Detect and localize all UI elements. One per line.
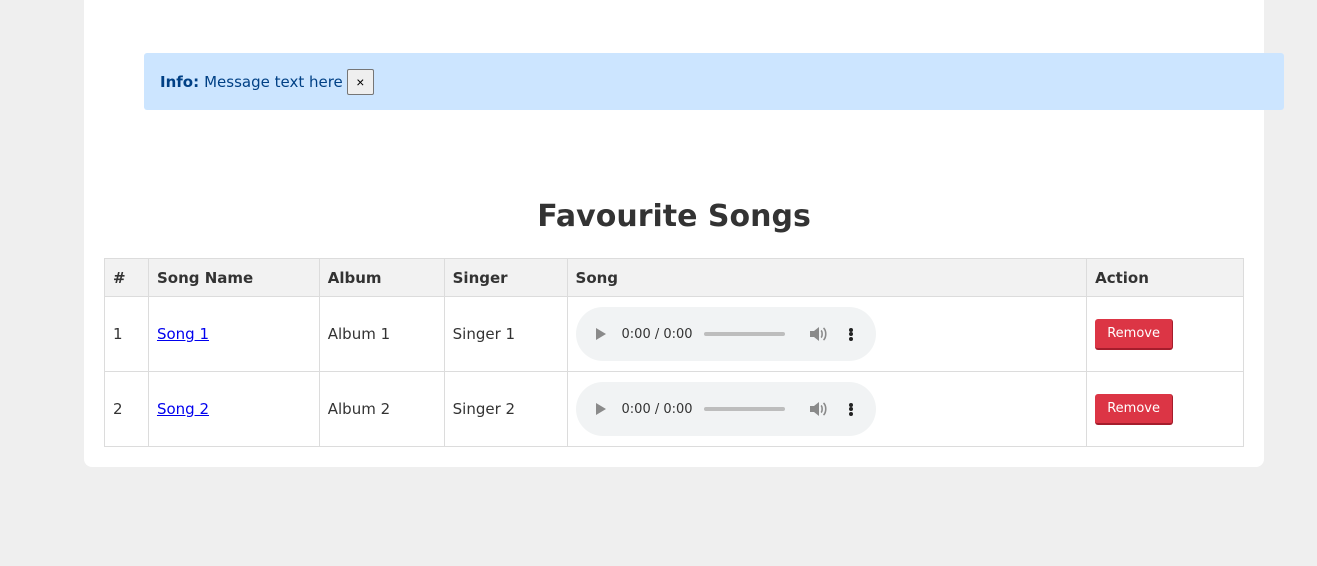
table-row: 2 Song 2 Album 2 Singer 2 0:00 / 0:00 Re… [104, 371, 1244, 447]
singer-cell: Singer 2 [443, 371, 568, 447]
row-index: 1 [104, 296, 149, 372]
action-cell: Remove [1086, 296, 1244, 372]
alert-close-button[interactable]: × [346, 68, 374, 95]
audio-player: 0:00 / 0:00 [575, 382, 876, 436]
song-link[interactable]: Song 2 [157, 400, 209, 418]
column-header-action: Action [1086, 258, 1244, 297]
column-header-index: # [104, 258, 149, 297]
more-options-icon[interactable] [848, 327, 853, 341]
volume-icon[interactable] [809, 401, 827, 417]
alert-message: Message text here [204, 72, 343, 91]
table-header-row: # Song Name Album Singer Song Action [104, 258, 1244, 297]
song-name-cell: Song 2 [147, 371, 320, 447]
table-row: 1 Song 1 Album 1 Singer 1 0:00 / 0:00 Re… [104, 296, 1244, 372]
audio-progress-slider[interactable] [703, 407, 785, 411]
song-name-cell: Song 1 [147, 296, 320, 372]
page-title: Favourite Songs [537, 199, 811, 234]
song-link[interactable]: Song 1 [157, 325, 209, 343]
column-header-song-name: Song Name [147, 258, 320, 297]
alert-label: Info: [160, 72, 200, 91]
play-icon[interactable] [595, 328, 606, 340]
column-header-singer: Singer [443, 258, 568, 297]
audio-player: 0:00 / 0:00 [575, 307, 876, 361]
column-header-album: Album [318, 258, 445, 297]
audio-progress-slider[interactable] [703, 332, 785, 336]
remove-button[interactable]: Remove [1095, 393, 1174, 425]
remove-button[interactable]: Remove [1095, 318, 1174, 350]
column-header-song: Song [566, 258, 1088, 297]
info-alert: Info: Message text here × [144, 53, 1284, 110]
volume-icon[interactable] [809, 326, 827, 342]
album-cell: Album 1 [318, 296, 445, 372]
action-cell: Remove [1086, 371, 1244, 447]
row-index: 2 [104, 371, 149, 447]
songs-table: # Song Name Album Singer Song Action 1 S… [104, 258, 1244, 447]
audio-time: 0:00 / 0:00 [621, 326, 693, 342]
song-player-cell: 0:00 / 0:00 [566, 296, 1088, 372]
singer-cell: Singer 1 [443, 296, 568, 372]
song-player-cell: 0:00 / 0:00 [566, 371, 1088, 447]
audio-time: 0:00 / 0:00 [621, 401, 693, 417]
play-icon[interactable] [595, 403, 606, 415]
more-options-icon[interactable] [848, 402, 853, 416]
album-cell: Album 2 [318, 371, 445, 447]
